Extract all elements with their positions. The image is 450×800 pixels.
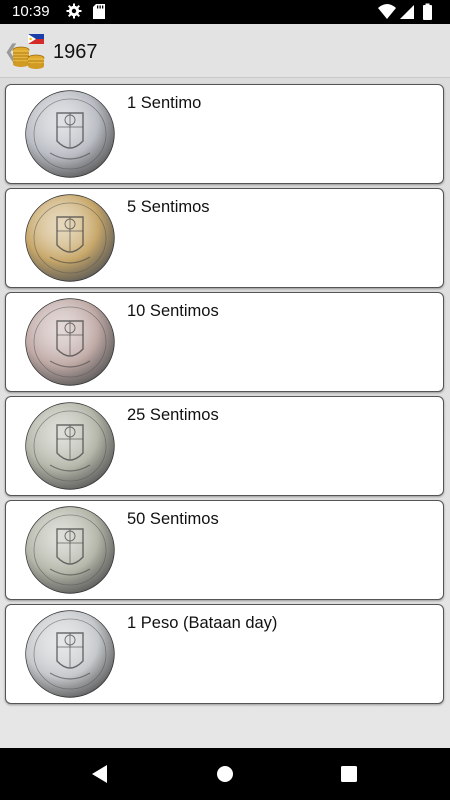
coin-list: 1 Sentimo 5 Sentimos 10 Sentimos 25 Sentimo… (5, 84, 445, 708)
battery-icon (423, 3, 432, 20)
coin-label: 1 Sentimo (127, 94, 202, 112)
gear-icon (66, 3, 82, 19)
sd-card-icon (93, 4, 105, 19)
coin-image (25, 194, 115, 282)
nav-recents-icon[interactable] (341, 766, 357, 782)
wifi-icon (378, 4, 396, 19)
status-time: 10:39 (12, 3, 50, 20)
coin-list-item[interactable]: 50 Sentimos (5, 500, 444, 600)
coin-image (25, 90, 115, 178)
nav-back-icon[interactable] (92, 765, 107, 783)
content-area: 1 Sentimo 5 Sentimos 10 Sentimos 25 Sentimo… (0, 78, 450, 748)
coin-image (25, 298, 115, 386)
page-title: 1967 (53, 41, 98, 63)
coin-list-item[interactable]: 1 Sentimo (5, 84, 444, 184)
nav-home-icon[interactable] (217, 766, 233, 782)
coin-list-item[interactable]: 10 Sentimos (5, 292, 444, 392)
navigation-bar (0, 748, 450, 800)
app-bar: ❮ 1967 (0, 24, 450, 78)
coin-list-item[interactable]: 5 Sentimos (5, 188, 444, 288)
coin-label: 25 Sentimos (127, 406, 219, 424)
signal-icon (400, 5, 414, 19)
coin-label: 1 Peso (Bataan day) (127, 614, 278, 632)
coin-label: 5 Sentimos (127, 198, 210, 216)
coin-label: 50 Sentimos (127, 510, 219, 528)
coin-image (25, 610, 115, 698)
status-right-icons (378, 3, 432, 20)
coin-image (25, 506, 115, 594)
coin-image (25, 402, 115, 490)
status-bar: 10:39 (0, 0, 450, 24)
coin-list-item[interactable]: 25 Sentimos (5, 396, 444, 496)
philippines-flag-coins-icon[interactable] (12, 33, 46, 71)
nav-icons (92, 765, 357, 783)
coin-list-item[interactable]: 1 Peso (Bataan day) (5, 604, 444, 704)
coin-label: 10 Sentimos (127, 302, 219, 320)
